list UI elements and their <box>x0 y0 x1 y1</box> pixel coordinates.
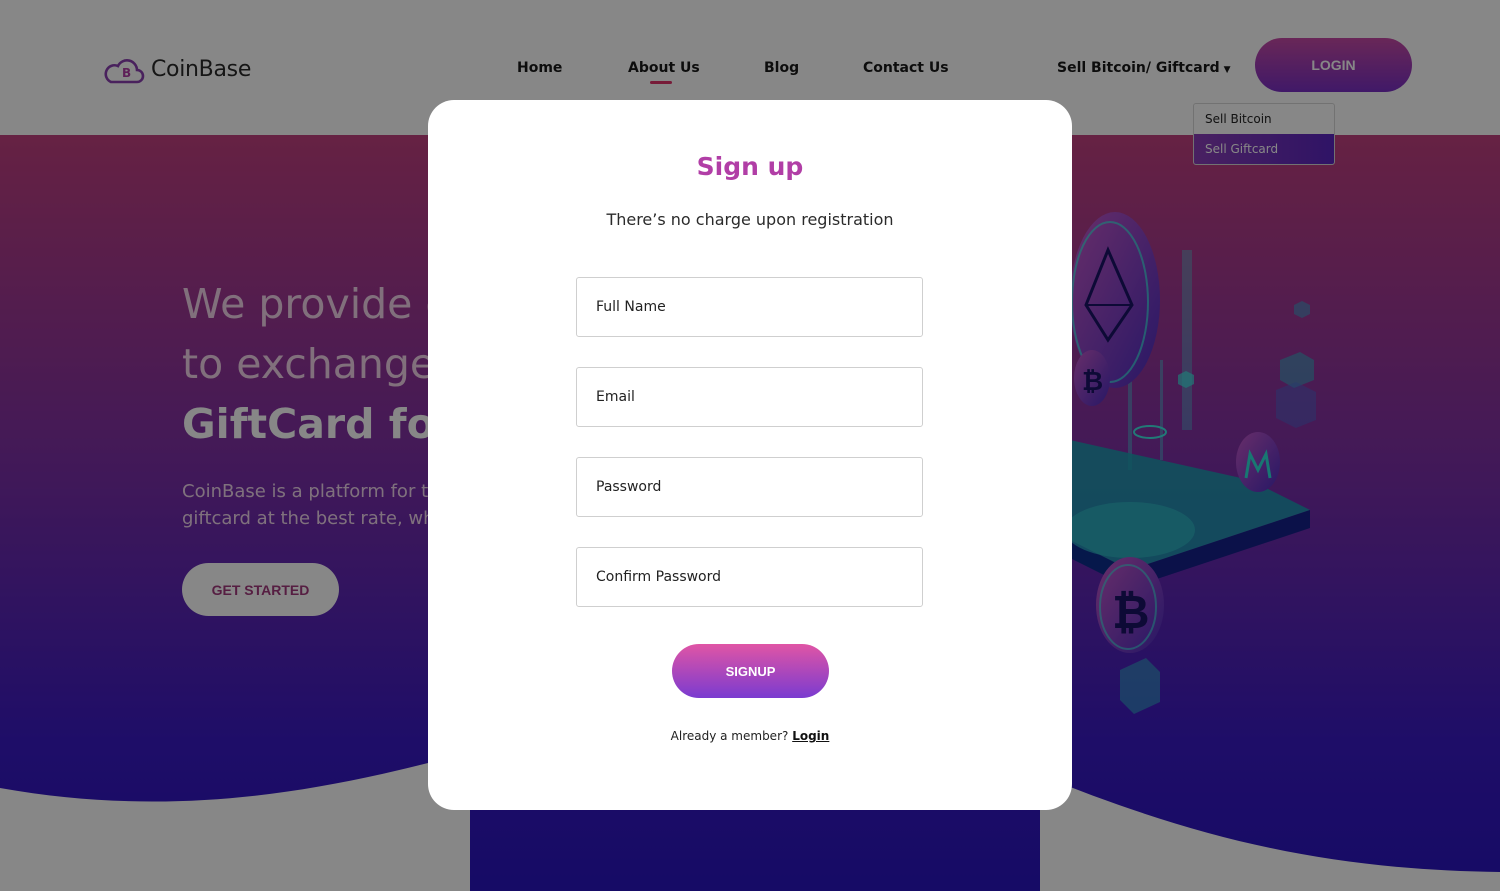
password-field[interactable] <box>576 457 923 517</box>
confirm-password-field[interactable] <box>576 547 923 607</box>
member-text: Already a member? <box>670 729 789 743</box>
member-row: Already a member? Login <box>428 729 1072 743</box>
modal-subtitle: There’s no charge upon registration <box>606 210 894 229</box>
login-link[interactable]: Login <box>792 729 829 743</box>
signup-modal: Sign up There’s no charge upon registrat… <box>428 100 1072 810</box>
signup-button[interactable]: SIGNUP <box>672 644 829 698</box>
modal-title: Sign up <box>696 152 804 181</box>
email-field[interactable] <box>576 367 923 427</box>
full-name-field[interactable] <box>576 277 923 337</box>
